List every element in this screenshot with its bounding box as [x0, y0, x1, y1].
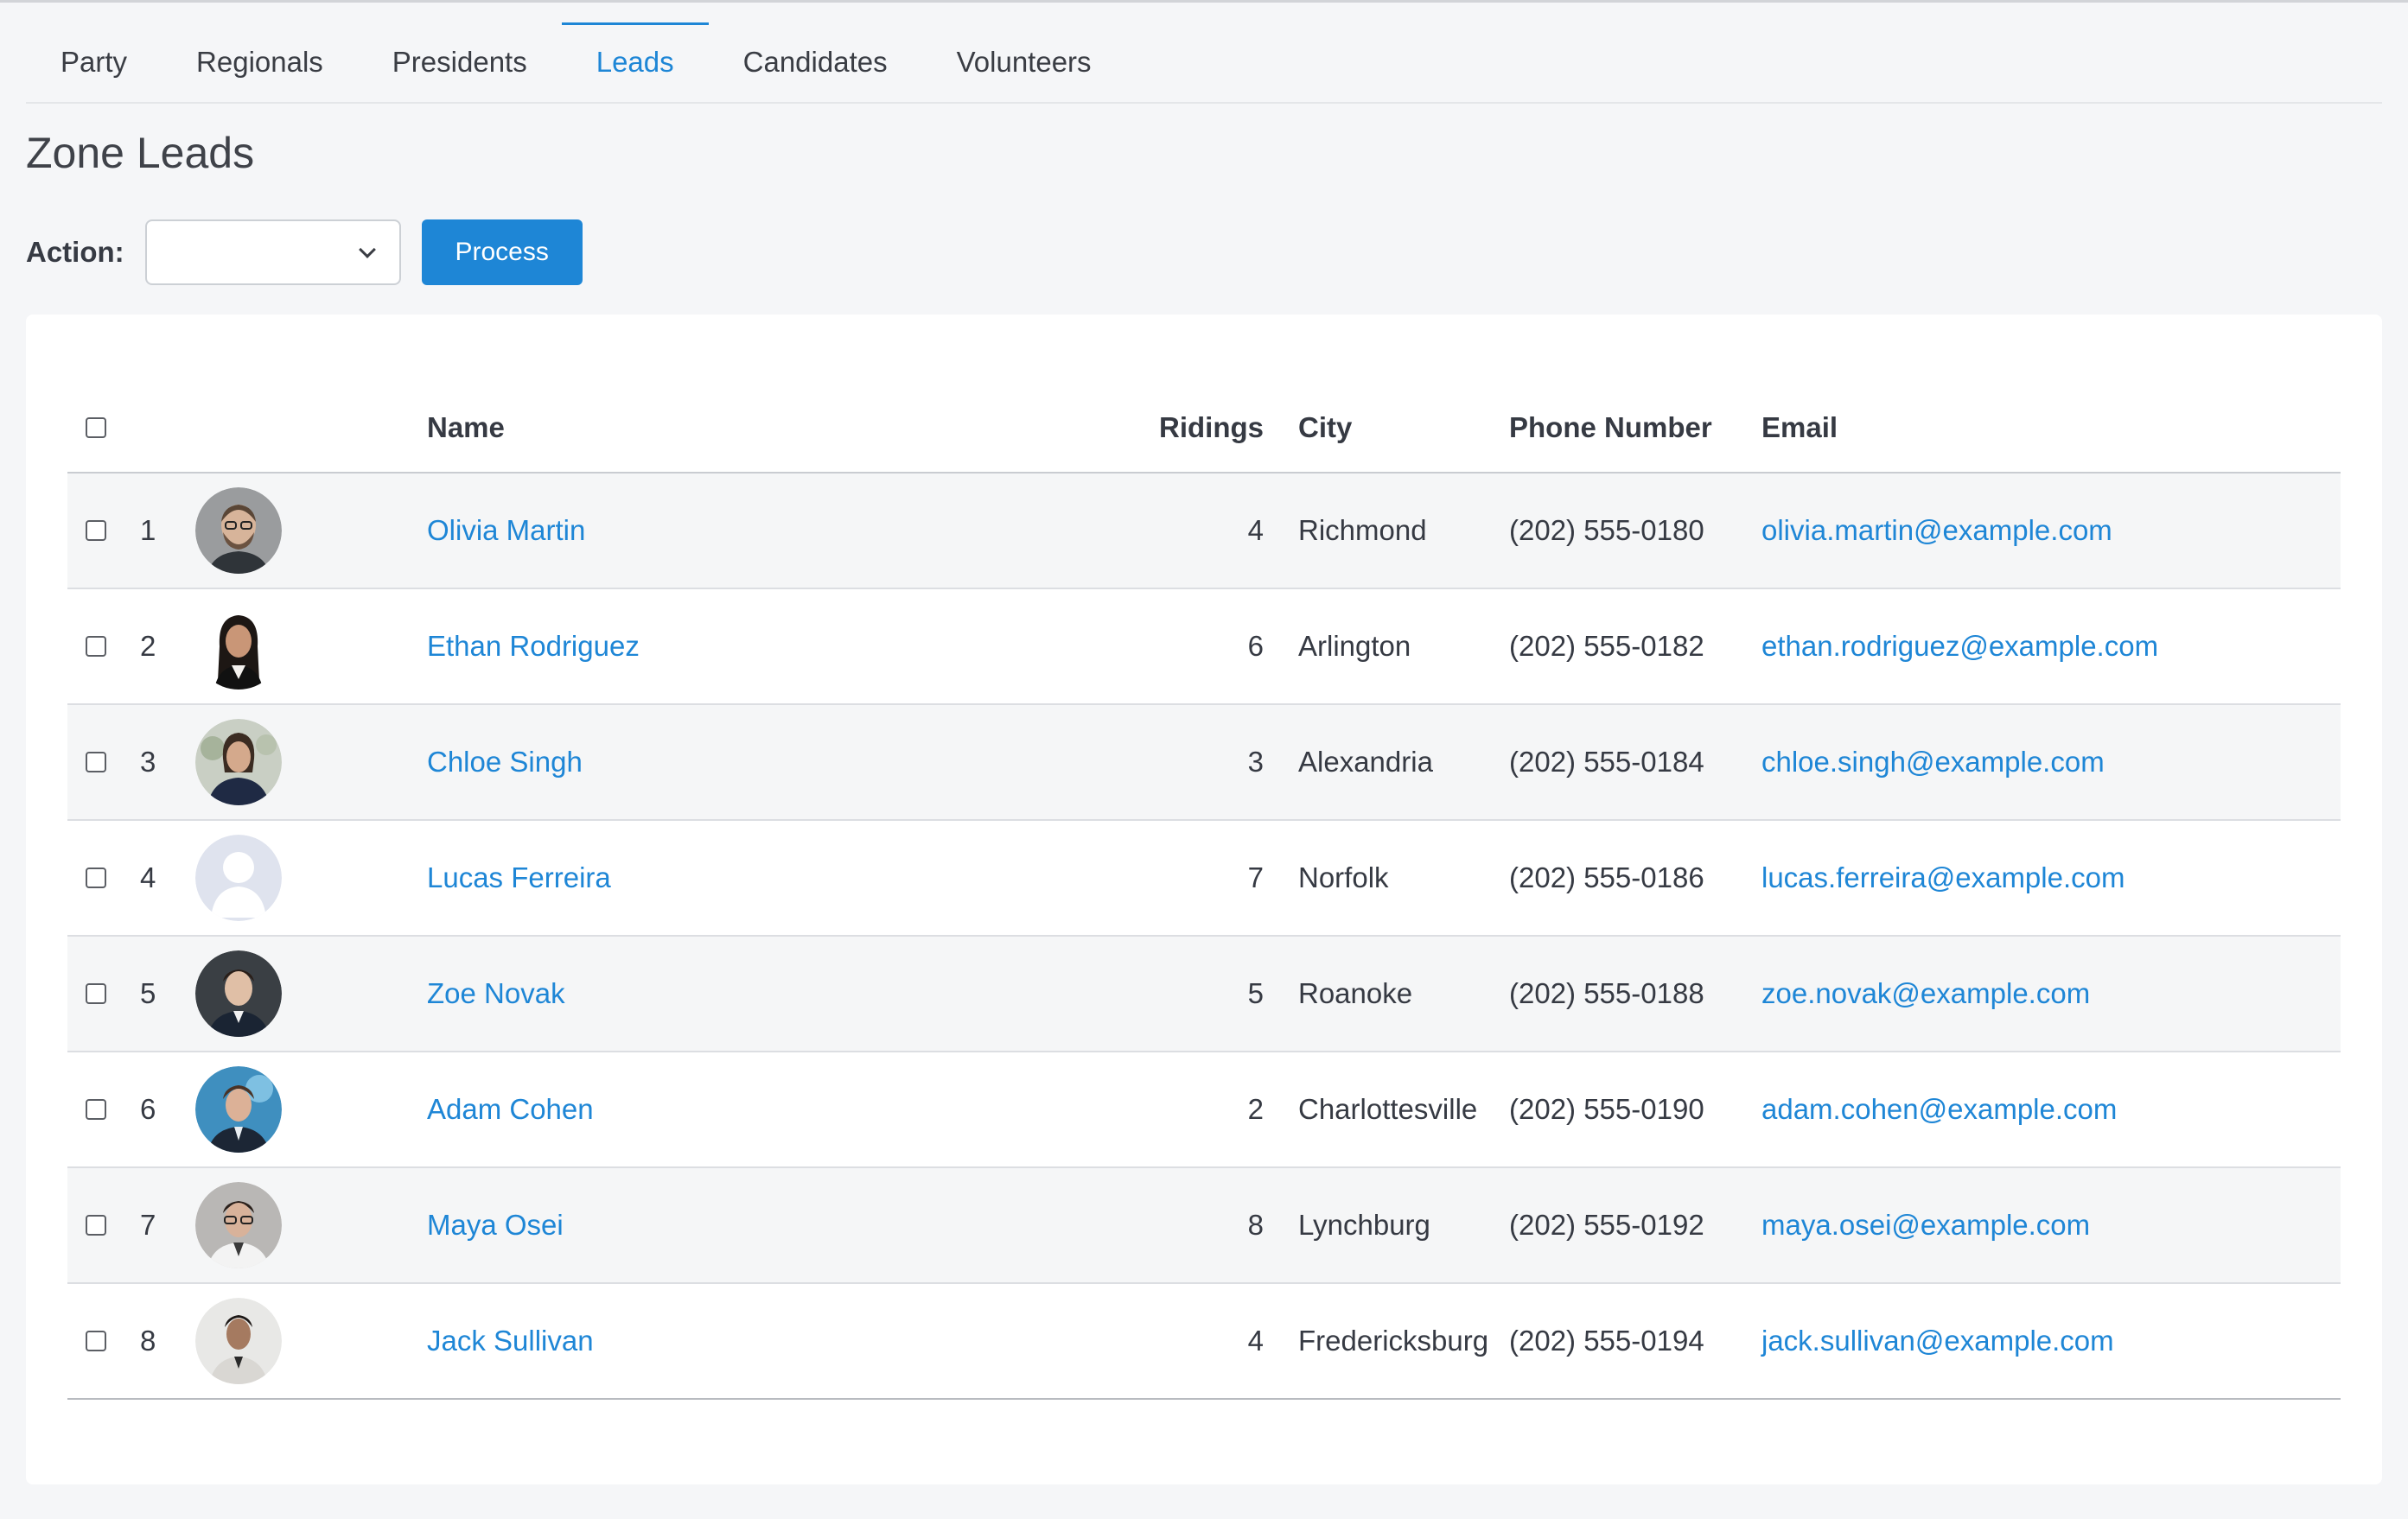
row-number: 6	[140, 1093, 156, 1125]
chevron-down-icon	[358, 241, 376, 258]
email-link[interactable]: jack.sullivan@example.com	[1761, 1325, 2114, 1357]
tab-candidates[interactable]: Candidates	[709, 22, 922, 102]
table-row: 7 Maya Osei 8 Lynchburg (202) 555-0192 m…	[67, 1168, 2341, 1284]
table-body: 1 Olivia Martin 4 Richmond (202) 555-018…	[67, 473, 2341, 1400]
header-email[interactable]: Email	[1761, 411, 2211, 444]
tab-party[interactable]: Party	[26, 22, 162, 102]
city-cell: Lynchburg	[1298, 1209, 1430, 1241]
city-cell: Norfolk	[1298, 861, 1389, 893]
process-button[interactable]: Process	[421, 219, 583, 285]
leads-card: Name Ridings City Phone Number Email 1 O…	[26, 315, 2382, 1484]
avatar	[195, 1182, 282, 1268]
row-checkbox[interactable]	[86, 983, 106, 1004]
row-checkbox[interactable]	[86, 868, 106, 888]
avatar	[195, 487, 282, 574]
table-row: 5 Zoe Novak 5 Roanoke (202) 555-0188 zoe…	[67, 937, 2341, 1052]
table-row: 6 Adam Cohen 2 Charlottesville (202) 555…	[67, 1052, 2341, 1168]
city-cell: Alexandria	[1298, 746, 1433, 778]
ridings-count: 6	[1247, 630, 1264, 662]
email-link[interactable]: zoe.novak@example.com	[1761, 977, 2090, 1009]
action-label: Action:	[26, 236, 124, 268]
lead-name-link[interactable]: Chloe Singh	[427, 746, 583, 778]
page-title: Zone Leads	[26, 129, 255, 177]
table-row: 3 Chloe Singh 3 Alexandria (202) 555-018…	[67, 705, 2341, 821]
lead-name-link[interactable]: Ethan Rodriguez	[427, 630, 640, 662]
lead-name-link[interactable]: Lucas Ferreira	[427, 861, 611, 893]
table-header: Name Ridings City Phone Number Email	[67, 384, 2341, 473]
row-number: 1	[140, 514, 156, 546]
page: Party Regionals Presidents Leads Candida…	[0, 0, 2408, 1519]
row-number: 4	[140, 861, 156, 893]
avatar	[195, 950, 282, 1037]
tab-volunteers[interactable]: Volunteers	[922, 22, 1126, 102]
row-checkbox[interactable]	[86, 752, 106, 772]
phone-cell: (202) 555-0192	[1509, 1209, 1704, 1241]
avatar	[195, 1066, 282, 1153]
email-link[interactable]: olivia.martin@example.com	[1761, 514, 2112, 546]
ridings-count: 4	[1247, 1325, 1264, 1357]
row-checkbox[interactable]	[86, 1215, 106, 1236]
lead-name-link[interactable]: Maya Osei	[427, 1209, 564, 1241]
row-checkbox[interactable]	[86, 520, 106, 541]
select-all-checkbox[interactable]	[86, 417, 106, 438]
top-border	[0, 0, 2408, 3]
ridings-count: 4	[1247, 514, 1264, 546]
table-row: 8 Jack Sullivan 4 Fredericksburg (202) 5…	[67, 1284, 2341, 1400]
row-checkbox[interactable]	[86, 636, 106, 657]
avatar	[195, 1298, 282, 1384]
email-link[interactable]: ethan.rodriguez@example.com	[1761, 630, 2158, 662]
row-checkbox[interactable]	[86, 1099, 106, 1120]
phone-cell: (202) 555-0180	[1509, 514, 1704, 546]
action-select[interactable]	[144, 219, 401, 285]
phone-cell: (202) 555-0186	[1509, 861, 1704, 893]
email-link[interactable]: chloe.singh@example.com	[1761, 746, 2105, 778]
row-number: 7	[140, 1209, 156, 1241]
header-ridings[interactable]: Ridings	[1122, 411, 1264, 444]
lead-name-link[interactable]: Olivia Martin	[427, 514, 585, 546]
phone-cell: (202) 555-0194	[1509, 1325, 1704, 1357]
ridings-count: 5	[1247, 977, 1264, 1009]
city-cell: Charlottesville	[1298, 1093, 1478, 1125]
table-row: 1 Olivia Martin 4 Richmond (202) 555-018…	[67, 473, 2341, 589]
avatar	[195, 603, 282, 690]
email-link[interactable]: maya.osei@example.com	[1761, 1209, 2090, 1241]
row-number: 3	[140, 746, 156, 778]
lead-name-link[interactable]: Adam Cohen	[427, 1093, 594, 1125]
city-cell: Fredericksburg	[1298, 1325, 1489, 1357]
phone-cell: (202) 555-0190	[1509, 1093, 1704, 1125]
avatar	[195, 719, 282, 805]
header-phone[interactable]: Phone Number	[1509, 411, 1761, 444]
tab-bar: Party Regionals Presidents Leads Candida…	[26, 22, 2382, 104]
row-checkbox[interactable]	[86, 1331, 106, 1351]
ridings-count: 3	[1247, 746, 1264, 778]
header-city[interactable]: City	[1264, 411, 1509, 444]
table-row: 4 Lucas Ferreira 7 Norfolk (202) 555-018…	[67, 821, 2341, 937]
phone-cell: (202) 555-0188	[1509, 977, 1704, 1009]
email-link[interactable]: lucas.ferreira@example.com	[1761, 861, 2125, 893]
city-cell: Richmond	[1298, 514, 1427, 546]
city-cell: Arlington	[1298, 630, 1411, 662]
phone-cell: (202) 555-0182	[1509, 630, 1704, 662]
ridings-count: 7	[1247, 861, 1264, 893]
table-row: 2 Ethan Rodriguez 6 Arlington (202) 555-…	[67, 589, 2341, 705]
leads-table: Name Ridings City Phone Number Email 1 O…	[67, 384, 2341, 1400]
email-link[interactable]: adam.cohen@example.com	[1761, 1093, 2117, 1125]
avatar	[195, 835, 282, 921]
phone-cell: (202) 555-0184	[1509, 746, 1704, 778]
lead-name-link[interactable]: Jack Sullivan	[427, 1325, 594, 1357]
row-number: 5	[140, 977, 156, 1009]
lead-name-link[interactable]: Zoe Novak	[427, 977, 565, 1009]
header-name[interactable]: Name	[427, 411, 1122, 444]
tab-leads[interactable]: Leads	[561, 22, 709, 102]
row-number: 2	[140, 630, 156, 662]
ridings-count: 8	[1247, 1209, 1264, 1241]
row-number: 8	[140, 1325, 156, 1357]
action-bar: Action: Process	[26, 219, 583, 285]
tab-presidents[interactable]: Presidents	[358, 22, 562, 102]
tab-regionals[interactable]: Regionals	[162, 22, 358, 102]
ridings-count: 2	[1247, 1093, 1264, 1125]
city-cell: Roanoke	[1298, 977, 1413, 1009]
